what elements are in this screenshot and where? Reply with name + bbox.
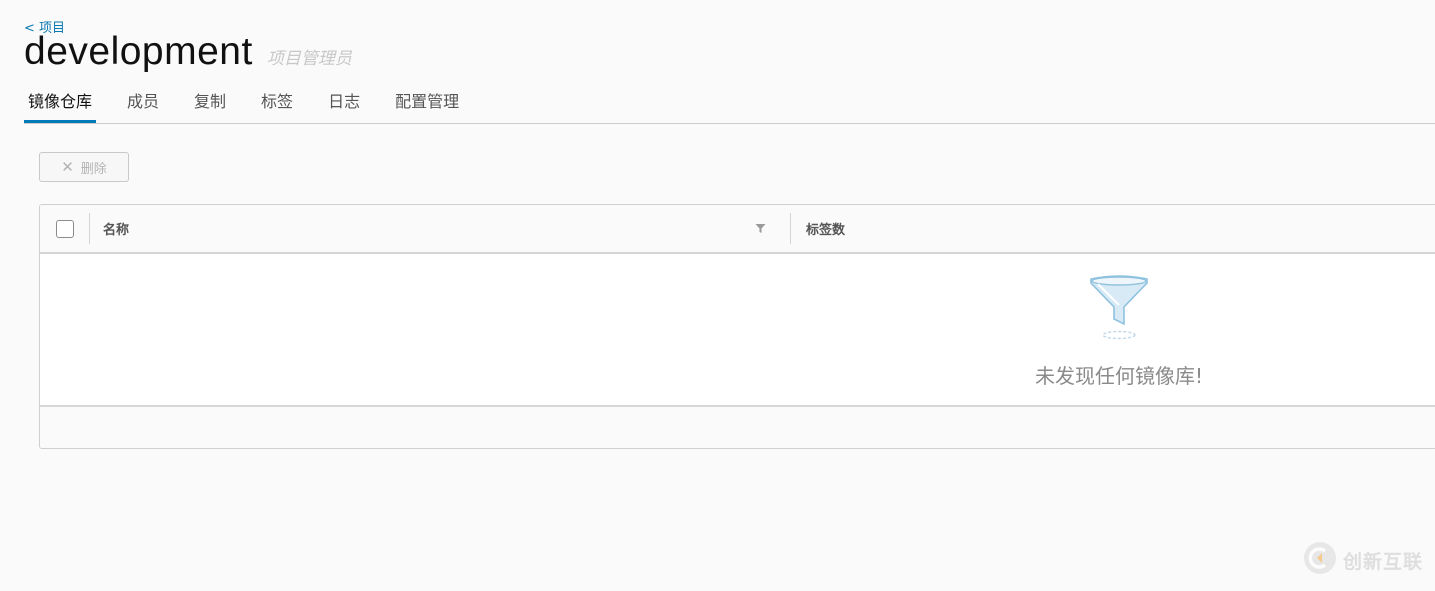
close-icon: ✕ [61,158,74,176]
watermark: 创新互联 [1303,541,1423,579]
datagrid-footer [40,407,1435,448]
tab-logs[interactable]: 日志 [324,88,364,123]
watermark-logo-icon [1303,541,1337,579]
tab-members[interactable]: 成员 [123,88,163,123]
tab-configuration[interactable]: 配置管理 [391,88,463,123]
tab-labels[interactable]: 标签 [257,88,297,123]
column-header-tags-count[interactable]: 标签数 [791,205,1435,252]
filter-icon[interactable] [755,223,766,238]
tab-repositories[interactable]: 镜像仓库 [24,88,97,123]
column-header-name[interactable]: 名称 [90,205,790,252]
role-label: 项目管理员 [266,49,352,69]
select-all-checkbox[interactable] [55,219,74,238]
tab-divider [24,123,1435,124]
delete-button[interactable]: ✕ 删除 [39,152,129,182]
select-all-cell [40,205,89,252]
empty-filter-icon [1088,274,1150,348]
tab-bar: 镜像仓库 成员 复制 标签 日志 配置管理 [24,88,1435,123]
tab-replication[interactable]: 复制 [190,88,230,123]
datagrid-header: 名称 标签数 [40,205,1435,254]
delete-button-label: 删除 [80,161,107,177]
watermark-text: 创新互联 [1342,550,1423,573]
repository-datagrid: 名称 标签数 未发现任何镜像库! [39,204,1435,449]
page-title: development [24,30,253,73]
page: < 项目 development 项目管理员 镜像仓库 成员 复制 标签 日志 … [0,0,1435,591]
empty-state-message: 未发现任何镜像库! [1035,364,1204,388]
datagrid-body: 未发现任何镜像库! [40,254,1435,407]
column-header-name-label: 名称 [103,223,130,238]
title-row: development 项目管理员 [24,30,352,74]
column-header-tags-count-label: 标签数 [806,223,846,238]
